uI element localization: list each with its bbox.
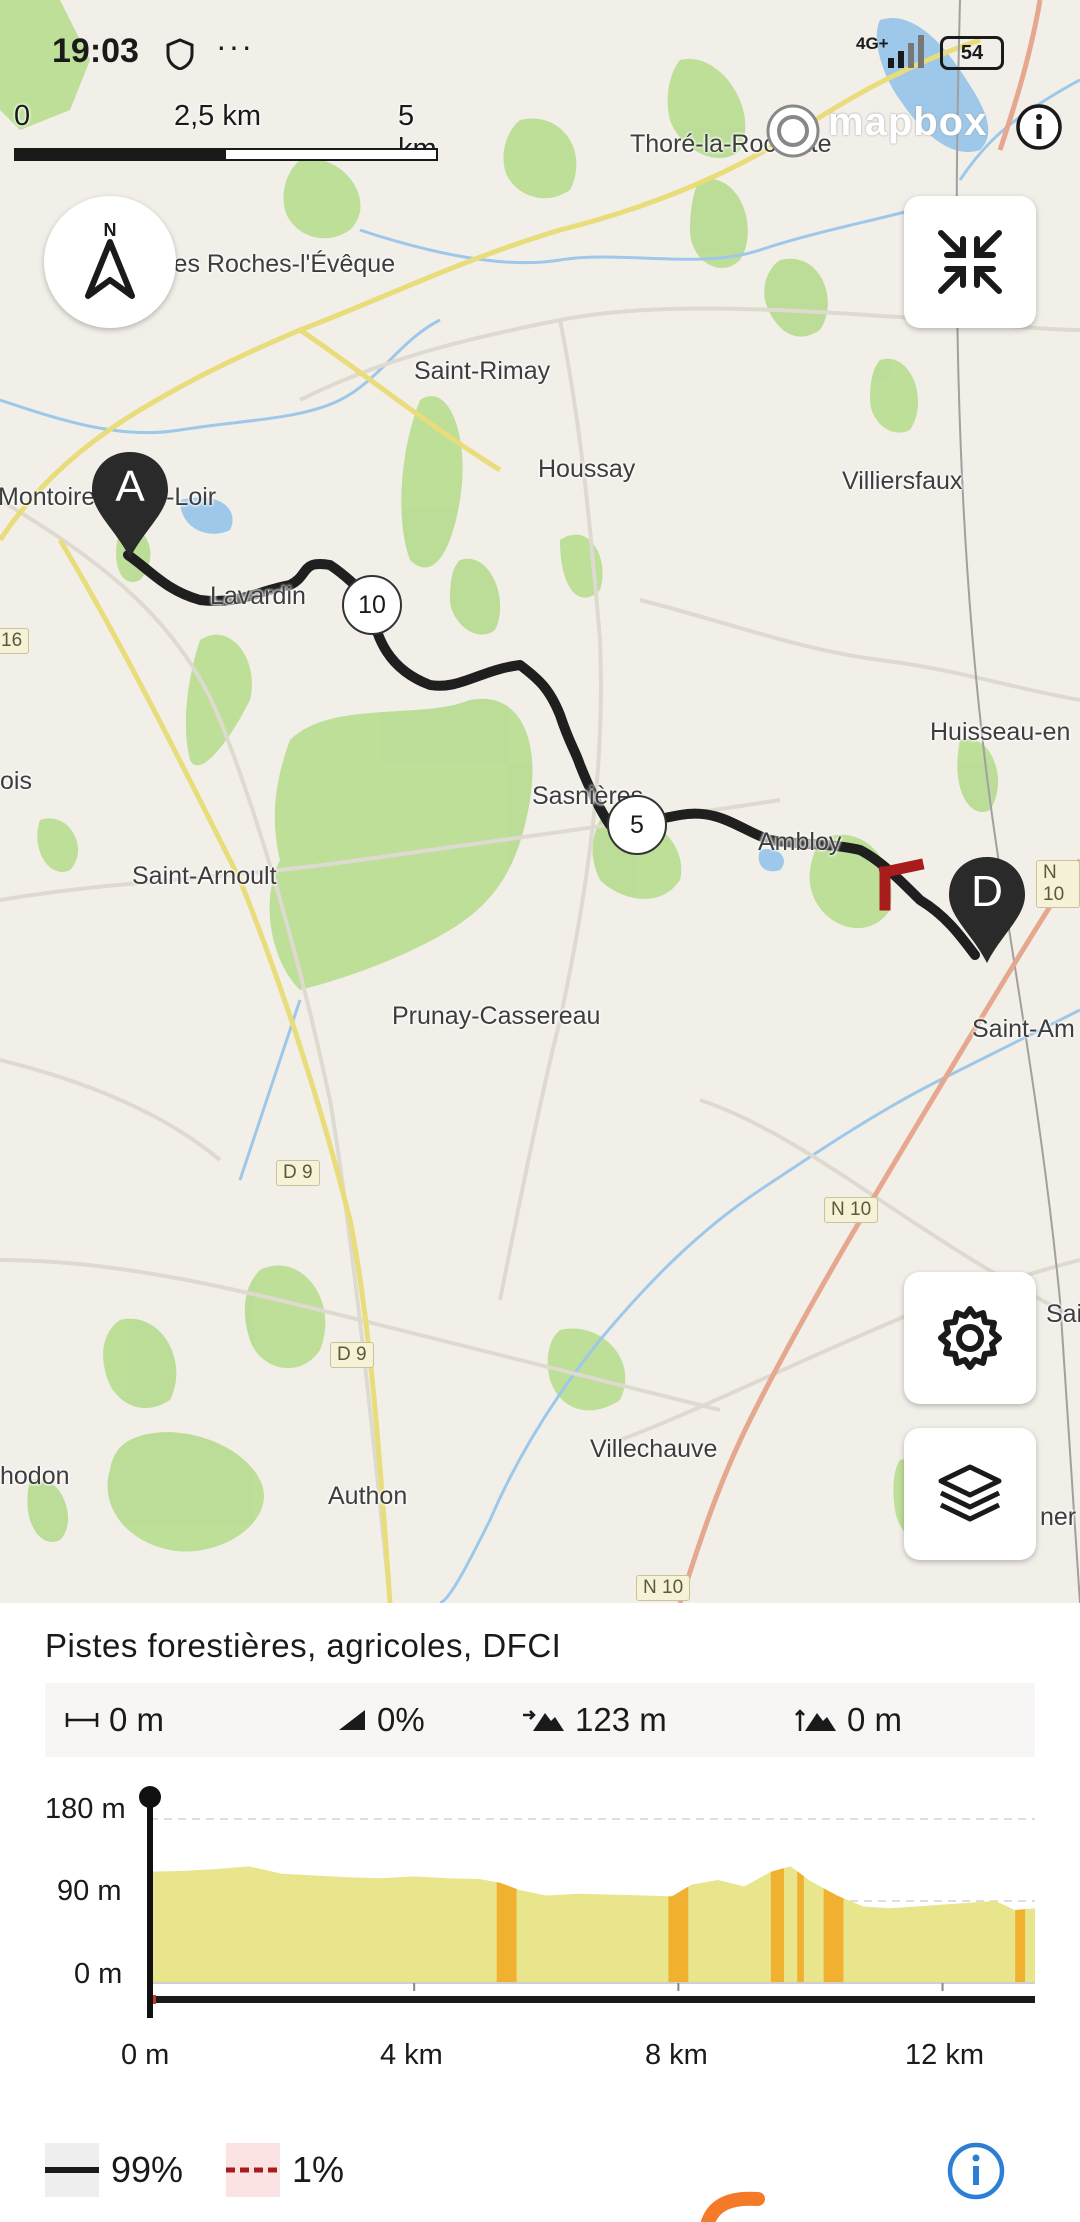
map-label: Saint-Rimay xyxy=(414,357,551,385)
scale-bar: 0 2,5 km 5 km xyxy=(14,100,444,165)
shield-icon xyxy=(166,38,194,70)
road-sign: N 10 xyxy=(1036,860,1080,908)
svg-text:N: N xyxy=(104,220,117,240)
scale-label-mid: 2,5 km xyxy=(174,100,262,132)
settings-button[interactable] xyxy=(904,1272,1036,1404)
map-label: Sai xyxy=(1046,1300,1080,1328)
mapbox-wordmark: mapbox xyxy=(828,100,988,144)
route-info-panel: Pistes forestières, agricoles, DFCI 0 m … xyxy=(0,1603,1080,2222)
map-label: Prunay-Cassereau xyxy=(392,1002,601,1030)
info-icon[interactable] xyxy=(1014,102,1064,152)
legend-paved: 99% xyxy=(45,2143,183,2197)
map-label: hodon xyxy=(0,1462,70,1490)
road-sign: N 10 xyxy=(636,1575,691,1601)
map-label: les Roches-l'Évêque xyxy=(168,250,396,278)
x-tick-label: 8 km xyxy=(645,2039,708,2071)
signal-icon xyxy=(888,35,924,68)
end-marker[interactable]: D xyxy=(947,855,1027,965)
steep-section xyxy=(823,1866,844,1983)
map-label: ois xyxy=(0,767,32,795)
map-view[interactable]: Thoré-la-Rochette les Roches-l'Évêque Sa… xyxy=(0,0,1080,1603)
map-label: Villechauve xyxy=(590,1435,718,1463)
road-sign: D 9 xyxy=(330,1342,374,1368)
elevation-chart[interactable] xyxy=(0,1603,1080,2103)
dashed-line-swatch-icon xyxy=(226,2143,280,2197)
start-marker-label: A xyxy=(115,462,145,511)
road-sign: N 10 xyxy=(824,1197,879,1223)
collapse-map-button[interactable] xyxy=(904,196,1036,328)
mapbox-logo-icon xyxy=(766,104,820,158)
scale-bar-line xyxy=(14,148,438,161)
map-label: Saint-Am xyxy=(972,1015,1075,1043)
map-label: Saint-Arnoult xyxy=(132,862,277,890)
waypoint-5[interactable]: 5 xyxy=(607,795,667,855)
network-type: 4G+ xyxy=(856,34,889,53)
legend-paved-percent: 99% xyxy=(111,2149,184,2190)
info-icon[interactable] xyxy=(946,2141,1006,2201)
battery-level: 54 xyxy=(960,42,984,64)
battery-icon: 54 xyxy=(940,36,1004,70)
map-label: Villiersfaux xyxy=(842,467,963,495)
road-sign: 16 xyxy=(0,628,30,654)
waypoint-10[interactable]: 10 xyxy=(342,575,402,635)
collapse-arrows-icon xyxy=(938,230,1002,294)
map-label: Lavardin xyxy=(210,582,306,610)
legend-unpaved: 1% xyxy=(226,2143,344,2197)
status-bar: 19:03 ··· 4G+ 54 xyxy=(0,22,1080,82)
end-marker-label: D xyxy=(971,867,1003,916)
map-label: Ambloy xyxy=(758,828,842,856)
map-label: Huisseau-en xyxy=(930,718,1071,746)
map-label: Houssay xyxy=(538,455,636,483)
legend-unpaved-percent: 1% xyxy=(292,2149,345,2190)
x-tick-label: 4 km xyxy=(380,2039,443,2071)
map-label: ner xyxy=(1040,1503,1077,1531)
status-time: 19:03 xyxy=(52,32,139,70)
road-sign: D 9 xyxy=(276,1160,320,1186)
map-label: Authon xyxy=(328,1482,408,1510)
compass-button[interactable]: N xyxy=(44,196,176,328)
steep-section xyxy=(797,1866,804,1983)
steep-section xyxy=(496,1866,517,1983)
steep-section xyxy=(1015,1866,1026,1983)
layers-icon xyxy=(938,1464,1002,1522)
surface-strip xyxy=(150,1996,1035,2003)
scale-label-0: 0 xyxy=(14,100,31,132)
x-tick-label: 0 m xyxy=(121,2039,170,2071)
elevation-area xyxy=(150,1866,1035,1983)
start-marker[interactable]: A xyxy=(90,450,170,560)
position-cursor-knob xyxy=(139,1786,161,1808)
map-layers-button[interactable] xyxy=(904,1428,1036,1560)
solid-line-swatch-icon xyxy=(45,2143,99,2197)
gear-icon xyxy=(938,1306,1002,1370)
steep-section xyxy=(770,1866,785,1983)
x-tick-label: 12 km xyxy=(905,2039,984,2071)
orange-curve-icon xyxy=(701,2191,765,2222)
more-icon: ··· xyxy=(216,28,254,64)
north-arrow-icon: N xyxy=(85,220,135,299)
steep-section xyxy=(668,1866,689,1983)
